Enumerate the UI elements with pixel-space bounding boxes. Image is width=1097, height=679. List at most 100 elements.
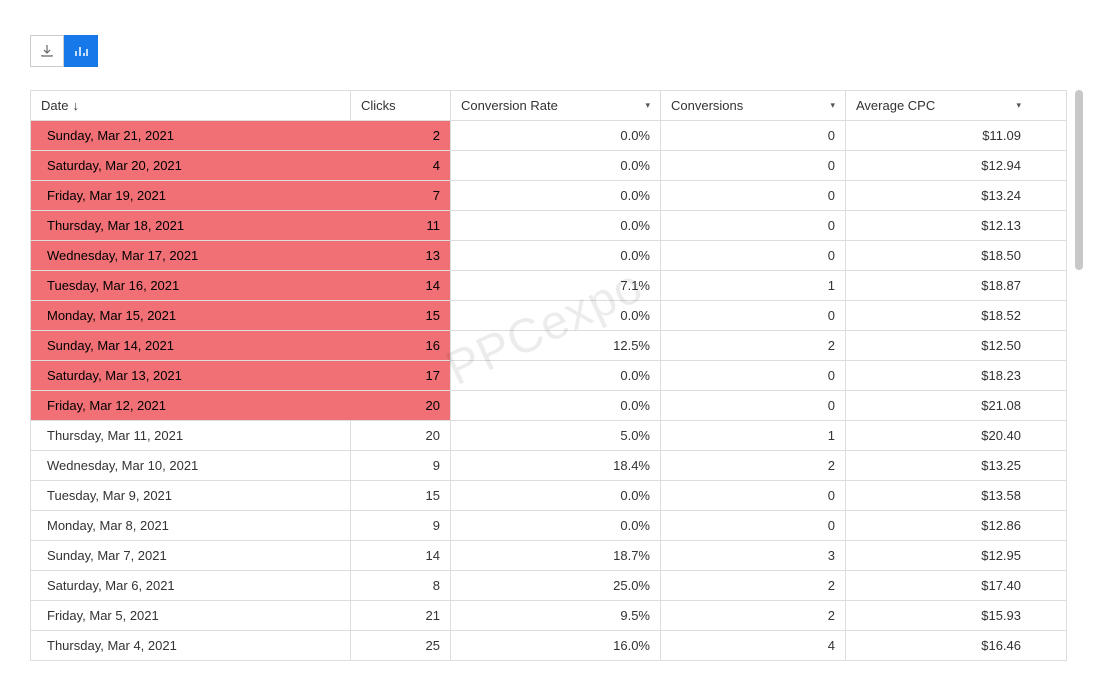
table-row[interactable]: Saturday, Mar 20, 202140.0%0$12.94 — [31, 151, 1066, 181]
download-button[interactable] — [30, 35, 64, 67]
cell-conversion-rate: 25.0% — [451, 571, 661, 600]
table-row[interactable]: Friday, Mar 5, 2021219.5%2$15.93 — [31, 601, 1066, 631]
cell-average-cpc: $13.25 — [846, 451, 1031, 480]
cell-clicks: 4 — [351, 151, 451, 180]
cell-clicks: 2 — [351, 121, 451, 150]
cell-clicks: 14 — [351, 271, 451, 300]
cell-conversions: 0 — [661, 151, 846, 180]
cell-conversions: 3 — [661, 541, 846, 570]
cell-average-cpc: $21.08 — [846, 391, 1031, 420]
cell-conversions: 2 — [661, 451, 846, 480]
cell-clicks: 17 — [351, 361, 451, 390]
cell-conversion-rate: 9.5% — [451, 601, 661, 630]
table-row[interactable]: Monday, Mar 8, 202190.0%0$12.86 — [31, 511, 1066, 541]
cell-average-cpc: $16.46 — [846, 631, 1031, 660]
header-conversion-rate[interactable]: Conversion Rate ▾ — [451, 91, 661, 120]
cell-average-cpc: $12.86 — [846, 511, 1031, 540]
cell-average-cpc: $20.40 — [846, 421, 1031, 450]
cell-average-cpc: $12.95 — [846, 541, 1031, 570]
cell-clicks: 15 — [351, 301, 451, 330]
table-row[interactable]: Saturday, Mar 6, 2021825.0%2$17.40 — [31, 571, 1066, 601]
cell-conversions: 0 — [661, 361, 846, 390]
table-row[interactable]: Wednesday, Mar 17, 2021130.0%0$18.50 — [31, 241, 1066, 271]
table-row[interactable]: Monday, Mar 15, 2021150.0%0$18.52 — [31, 301, 1066, 331]
cell-date: Friday, Mar 5, 2021 — [31, 601, 351, 630]
chevron-down-icon: ▾ — [830, 100, 835, 111]
header-conversions[interactable]: Conversions ▾ — [661, 91, 846, 120]
cell-average-cpc: $13.24 — [846, 181, 1031, 210]
scrollbar-track[interactable] — [1075, 90, 1083, 650]
cell-clicks: 20 — [351, 391, 451, 420]
cell-clicks: 8 — [351, 571, 451, 600]
header-label: Date — [41, 98, 68, 113]
cell-conversion-rate: 0.0% — [451, 241, 661, 270]
cell-date: Friday, Mar 19, 2021 — [31, 181, 351, 210]
cell-conversion-rate: 0.0% — [451, 301, 661, 330]
cell-conversions: 1 — [661, 271, 846, 300]
header-label: Conversions — [671, 98, 743, 113]
chart-view-button[interactable] — [64, 35, 98, 67]
cell-average-cpc: $12.13 — [846, 211, 1031, 240]
table-row[interactable]: Friday, Mar 19, 202170.0%0$13.24 — [31, 181, 1066, 211]
header-date[interactable]: Date ↓ — [31, 91, 351, 120]
cell-average-cpc: $13.58 — [846, 481, 1031, 510]
cell-conversions: 0 — [661, 181, 846, 210]
table-row[interactable]: Sunday, Mar 21, 202120.0%0$11.09 — [31, 121, 1066, 151]
cell-conversion-rate: 18.4% — [451, 451, 661, 480]
table-row[interactable]: Thursday, Mar 11, 2021205.0%1$20.40 — [31, 421, 1066, 451]
cell-date: Tuesday, Mar 9, 2021 — [31, 481, 351, 510]
scrollbar-thumb[interactable] — [1075, 90, 1083, 270]
cell-conversion-rate: 0.0% — [451, 151, 661, 180]
header-label: Clicks — [361, 98, 396, 113]
cell-average-cpc: $18.87 — [846, 271, 1031, 300]
cell-average-cpc: $18.50 — [846, 241, 1031, 270]
sort-desc-icon: ↓ — [72, 98, 79, 113]
cell-conversions: 0 — [661, 211, 846, 240]
cell-clicks: 9 — [351, 451, 451, 480]
cell-conversions: 0 — [661, 391, 846, 420]
cell-date: Saturday, Mar 20, 2021 — [31, 151, 351, 180]
cell-clicks: 13 — [351, 241, 451, 270]
cell-date: Sunday, Mar 7, 2021 — [31, 541, 351, 570]
cell-date: Saturday, Mar 13, 2021 — [31, 361, 351, 390]
cell-clicks: 16 — [351, 331, 451, 360]
table-row[interactable]: Tuesday, Mar 16, 2021147.1%1$18.87 — [31, 271, 1066, 301]
header-clicks[interactable]: Clicks — [351, 91, 451, 120]
cell-average-cpc: $12.94 — [846, 151, 1031, 180]
cell-clicks: 15 — [351, 481, 451, 510]
cell-average-cpc: $18.23 — [846, 361, 1031, 390]
table-headers: Date ↓ Clicks Conversion Rate ▾ Conversio… — [30, 90, 1067, 121]
chevron-down-icon: ▾ — [1016, 100, 1021, 111]
cell-date: Sunday, Mar 14, 2021 — [31, 331, 351, 360]
table-row[interactable]: Tuesday, Mar 9, 2021150.0%0$13.58 — [31, 481, 1066, 511]
table-row[interactable]: Thursday, Mar 18, 2021110.0%0$12.13 — [31, 211, 1066, 241]
cell-conversions: 2 — [661, 601, 846, 630]
cell-conversions: 0 — [661, 241, 846, 270]
cell-conversion-rate: 5.0% — [451, 421, 661, 450]
cell-conversion-rate: 0.0% — [451, 181, 661, 210]
cell-conversion-rate: 12.5% — [451, 331, 661, 360]
table-row[interactable]: Saturday, Mar 13, 2021170.0%0$18.23 — [31, 361, 1066, 391]
cell-date: Friday, Mar 12, 2021 — [31, 391, 351, 420]
cell-clicks: 20 — [351, 421, 451, 450]
table-row[interactable]: Wednesday, Mar 10, 2021918.4%2$13.25 — [31, 451, 1066, 481]
table-row[interactable]: Thursday, Mar 4, 20212516.0%4$16.46 — [31, 631, 1066, 661]
data-table: Date ↓ Clicks Conversion Rate ▾ Conversio… — [30, 90, 1067, 649]
cell-clicks: 25 — [351, 631, 451, 660]
table-row[interactable]: Sunday, Mar 14, 20211612.5%2$12.50 — [31, 331, 1066, 361]
cell-date: Thursday, Mar 18, 2021 — [31, 211, 351, 240]
cell-conversion-rate: 0.0% — [451, 121, 661, 150]
cell-conversion-rate: 0.0% — [451, 391, 661, 420]
cell-conversion-rate: 18.7% — [451, 541, 661, 570]
cell-clicks: 21 — [351, 601, 451, 630]
cell-conversions: 0 — [661, 301, 846, 330]
table-row[interactable]: Friday, Mar 12, 2021200.0%0$21.08 — [31, 391, 1066, 421]
cell-date: Tuesday, Mar 16, 2021 — [31, 271, 351, 300]
table-row[interactable]: Sunday, Mar 7, 20211418.7%3$12.95 — [31, 541, 1066, 571]
header-average-cpc[interactable]: Average CPC ▾ — [846, 91, 1031, 120]
cell-clicks: 11 — [351, 211, 451, 240]
cell-conversions: 0 — [661, 481, 846, 510]
cell-conversions: 2 — [661, 571, 846, 600]
toolbar — [30, 35, 98, 67]
chevron-down-icon: ▾ — [645, 100, 650, 111]
